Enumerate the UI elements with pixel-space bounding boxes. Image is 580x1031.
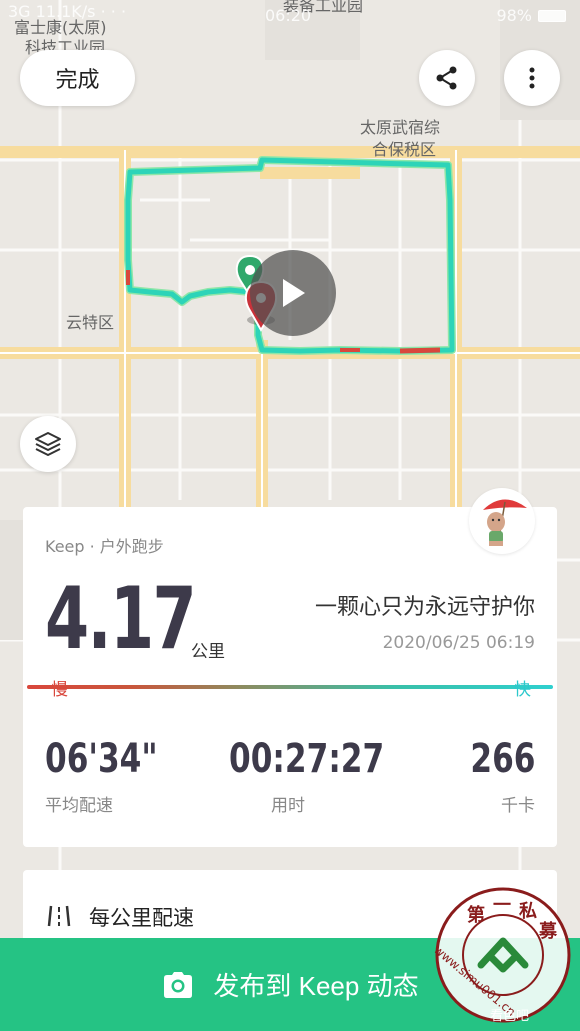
- done-button[interactable]: 完成: [20, 50, 135, 106]
- speed-gradient-bar: [27, 685, 553, 689]
- run-summary-card: Keep · 户外跑步 4.17 公里 一颗心只为永远守护你 2020/06/2…: [23, 507, 557, 847]
- network-speed: 3G 11.1K/s · · ·: [8, 2, 127, 21]
- camera-icon: [164, 971, 193, 998]
- calories-label: 千卡: [501, 796, 535, 816]
- replay-button[interactable]: [250, 250, 336, 336]
- battery-percent: 98%: [496, 6, 532, 25]
- map-label: 合保税区: [372, 140, 437, 159]
- map-label: 太原武宿综: [360, 118, 441, 137]
- watermark-stamp: 第 一 私 募 www.simu001.cn: [433, 887, 571, 1023]
- distance-unit: 公里: [191, 642, 225, 662]
- avg-pace-label: 平均配速: [45, 796, 113, 816]
- avatar-icon: [483, 499, 527, 546]
- avatar[interactable]: [469, 488, 535, 554]
- distance-value: 4.17: [45, 569, 197, 669]
- share-button[interactable]: [419, 50, 475, 106]
- duration-value: 00:27:27: [229, 736, 385, 782]
- status-bar: 3G 11.1K/s · · · 06:20 98%: [0, 0, 580, 28]
- svg-text:私: 私: [519, 901, 537, 922]
- more-button[interactable]: [504, 50, 560, 106]
- play-icon: [283, 279, 305, 307]
- svg-text:第: 第: [467, 904, 485, 926]
- watermark-overlay-text: 看色吧: [490, 1009, 530, 1024]
- clock: 06:20: [265, 6, 312, 25]
- battery-icon: [538, 9, 566, 22]
- avg-pace-value: 06'34": [45, 736, 158, 782]
- sport-type: Keep · 户外跑步: [45, 537, 164, 556]
- motto-text: 一颗心只为永远守护你: [314, 595, 535, 620]
- battery-status: 98%: [496, 6, 566, 25]
- more-vertical-icon: [529, 67, 535, 89]
- publish-content: 发布到 Keep 动态: [161, 966, 419, 1003]
- splits-title: 每公里配速: [89, 906, 194, 930]
- map-layers-button[interactable]: [20, 416, 76, 472]
- publish-label: 发布到 Keep 动态: [213, 971, 419, 1001]
- map-label: 云特区: [66, 313, 115, 332]
- run-datetime: 2020/06/25 06:19: [382, 633, 535, 653]
- speed-fast-label: 快: [514, 680, 531, 700]
- road-icon: [47, 905, 71, 927]
- layers-icon: [35, 432, 61, 456]
- svg-text:募: 募: [538, 921, 558, 942]
- duration-label: 用时: [271, 796, 305, 816]
- speed-slow-label: 慢: [51, 680, 68, 700]
- svg-text:一: 一: [493, 895, 511, 916]
- share-icon: [436, 66, 457, 90]
- calories-value: 266: [469, 736, 535, 782]
